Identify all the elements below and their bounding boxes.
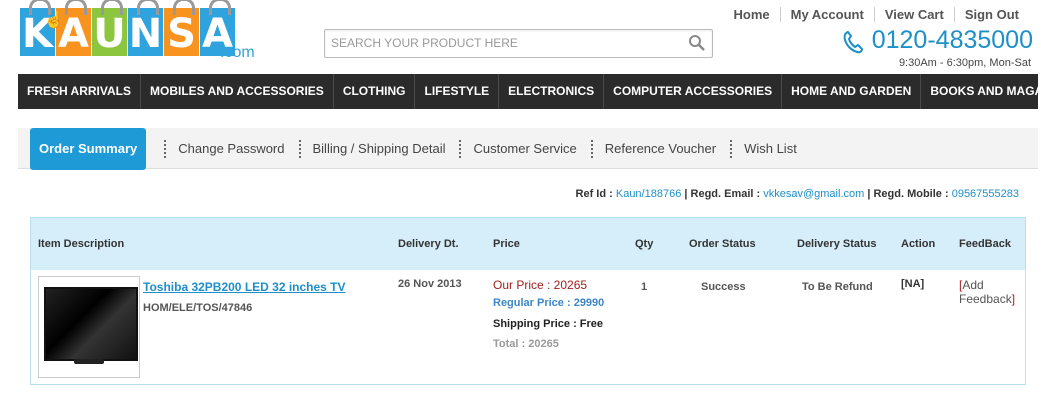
delivery-status: To Be Refund	[802, 281, 873, 293]
tv-icon	[44, 287, 138, 361]
my-account-link[interactable]: My Account	[779, 7, 874, 22]
phone-number: 0120-4835000	[842, 26, 1033, 55]
main-nav: FRESH ARRIVALS MOBILES AND ACCESSORIES C…	[18, 74, 1041, 109]
our-price: Our Price : 20265	[493, 278, 588, 292]
account-tabbar: Order Summary Change Password Billing / …	[18, 128, 1038, 170]
quantity: 1	[641, 281, 648, 293]
product-image[interactable]	[38, 276, 140, 378]
mobile: 09567555283	[951, 188, 1019, 200]
tab-reference-voucher[interactable]: Reference Voucher	[590, 140, 728, 158]
col-delivery-status: Delivery Status	[797, 238, 877, 250]
logo-letter: S	[164, 0, 199, 57]
delivery-date: 26 Nov 2013	[398, 278, 462, 290]
logo-letter: U	[92, 0, 127, 57]
col-action: Action	[901, 238, 936, 250]
account-info: Ref Id : Kaun/188766 | Regd. Email : vkk…	[576, 188, 1019, 200]
nav-fresh-arrivals[interactable]: FRESH ARRIVALS	[18, 74, 142, 109]
nav-lifestyle[interactable]: LIFESTYLE	[415, 74, 500, 109]
order-table: Item Description Delivery Dt. Price Qty …	[30, 217, 1026, 385]
ref-id-label: Ref Id :	[575, 188, 616, 200]
tab-billing-shipping[interactable]: Billing / Shipping Detail	[298, 140, 458, 158]
sign-out-link[interactable]: Sign Out	[953, 7, 1029, 22]
nav-home-garden[interactable]: HOME AND GARDEN	[782, 74, 922, 109]
product-sku: HOM/ELE/TOS/47846	[143, 302, 253, 314]
tab-order-summary[interactable]: Order Summary	[30, 128, 147, 170]
tab-customer-service[interactable]: Customer Service	[459, 140, 588, 158]
total-price: Total : 20265	[493, 338, 559, 350]
nav-mobiles[interactable]: MOBILES AND ACCESSORIES	[141, 74, 334, 109]
col-feedback: FeedBack	[959, 238, 1011, 250]
nav-books[interactable]: BOOKS AND MAGAZINES	[921, 74, 1041, 109]
col-item-description: Item Description	[38, 238, 125, 250]
col-price: Price	[493, 238, 520, 250]
search-input[interactable]	[325, 30, 677, 55]
business-hours: 9:30Am - 6:30pm, Mon-Sat	[898, 57, 1031, 69]
mobile-label: | Regd. Mobile :	[864, 188, 952, 200]
logo-letter: N	[128, 0, 163, 57]
phone-text: 0120-4835000	[871, 26, 1033, 54]
order-status: Success	[701, 281, 746, 293]
regular-price: Regular Price : 29990	[493, 297, 605, 309]
tab-wish-list[interactable]: Wish List	[730, 140, 809, 158]
product-name-link[interactable]: Toshiba 32PB200 LED 32 inches TV	[143, 280, 346, 294]
col-delivery-date: Delivery Dt.	[398, 238, 459, 250]
nav-computer-accessories[interactable]: COMPUTER ACCESSORIES	[604, 74, 783, 109]
nav-electronics[interactable]: ELECTRONICS	[499, 74, 605, 109]
home-link[interactable]: Home	[723, 7, 779, 22]
col-qty: Qty	[635, 238, 654, 250]
search-box	[324, 29, 713, 58]
search-icon[interactable]	[688, 34, 706, 52]
logo-dotcom: .com	[220, 44, 255, 61]
top-links: Home My Account View Cart Sign Out	[723, 7, 1029, 22]
table-header: Item Description Delivery Dt. Price Qty …	[31, 218, 1025, 270]
nav-clothing[interactable]: CLOTHING	[334, 74, 416, 109]
shipping-price: Shipping Price : Free	[493, 318, 604, 330]
tv-stand	[74, 359, 104, 364]
phone-icon	[842, 30, 863, 53]
view-cart-link[interactable]: View Cart	[873, 7, 954, 22]
email-label: | Regd. Email :	[681, 188, 764, 200]
col-order-status: Order Status	[689, 238, 756, 250]
hand-cursor-icon: ☝	[44, 12, 64, 29]
ref-id: Kaun/188766	[615, 188, 682, 200]
action-value: [NA]	[901, 278, 925, 290]
email: vkkesav@gmail.com	[763, 188, 865, 200]
tab-change-password[interactable]: Change Password	[164, 140, 296, 158]
add-feedback-link[interactable]: [Add Feedback]	[959, 278, 1021, 306]
